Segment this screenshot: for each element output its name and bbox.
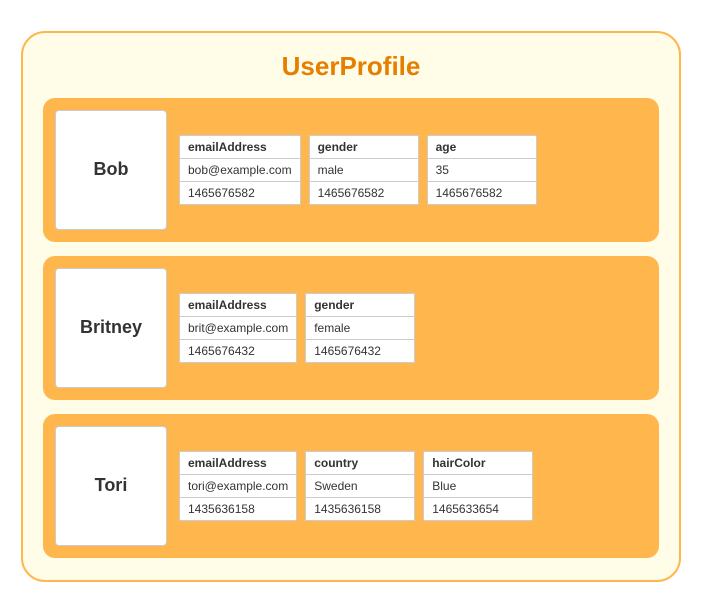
- field-header: hairColor: [423, 451, 533, 475]
- field-group: emailAddressbrit@example.com1465676432: [179, 293, 297, 363]
- user-card: BobemailAddressbob@example.com1465676582…: [43, 98, 659, 242]
- page-title: UserProfile: [43, 51, 659, 82]
- field-group: age351465676582: [427, 135, 537, 205]
- fields-row: emailAddresstori@example.com1435636158co…: [179, 451, 647, 521]
- field-id: 1465676582: [309, 182, 419, 205]
- field-group: emailAddressbob@example.com1465676582: [179, 135, 301, 205]
- field-group: gendermale1465676582: [309, 135, 419, 205]
- field-id: 1435636158: [179, 498, 297, 521]
- field-group: countrySweden1435636158: [305, 451, 415, 521]
- field-value: Sweden: [305, 475, 415, 498]
- field-header: age: [427, 135, 537, 159]
- avatar: Britney: [55, 268, 167, 388]
- avatar: Tori: [55, 426, 167, 546]
- field-header: emailAddress: [179, 293, 297, 317]
- avatar: Bob: [55, 110, 167, 230]
- field-header: gender: [309, 135, 419, 159]
- field-id: 1465676582: [179, 182, 301, 205]
- outer-container: UserProfile BobemailAddressbob@example.c…: [21, 31, 681, 582]
- field-group: hairColorBlue1465633654: [423, 451, 533, 521]
- users-list: BobemailAddressbob@example.com1465676582…: [43, 98, 659, 558]
- field-value: 35: [427, 159, 537, 182]
- field-id: 1465676432: [305, 340, 415, 363]
- field-header: emailAddress: [179, 135, 301, 159]
- field-header: emailAddress: [179, 451, 297, 475]
- field-value: Blue: [423, 475, 533, 498]
- field-group: emailAddresstori@example.com1435636158: [179, 451, 297, 521]
- field-value: brit@example.com: [179, 317, 297, 340]
- field-header: country: [305, 451, 415, 475]
- field-header: gender: [305, 293, 415, 317]
- fields-row: emailAddressbob@example.com1465676582gen…: [179, 135, 647, 205]
- field-value: tori@example.com: [179, 475, 297, 498]
- user-card: ToriemailAddresstori@example.com14356361…: [43, 414, 659, 558]
- field-value: bob@example.com: [179, 159, 301, 182]
- field-id: 1465633654: [423, 498, 533, 521]
- field-value: female: [305, 317, 415, 340]
- fields-row: emailAddressbrit@example.com1465676432ge…: [179, 293, 647, 363]
- field-id: 1465676582: [427, 182, 537, 205]
- field-id: 1465676432: [179, 340, 297, 363]
- field-group: genderfemale1465676432: [305, 293, 415, 363]
- user-card: BritneyemailAddressbrit@example.com14656…: [43, 256, 659, 400]
- field-id: 1435636158: [305, 498, 415, 521]
- field-value: male: [309, 159, 419, 182]
